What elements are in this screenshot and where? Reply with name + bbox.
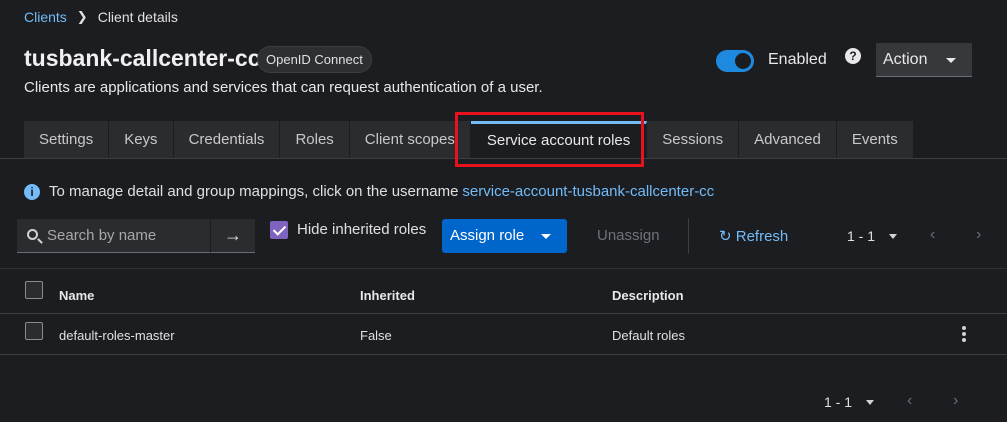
tab-settings[interactable]: Settings <box>24 121 110 158</box>
prev-page-button[interactable]: ‹ <box>930 226 935 244</box>
footer-prev-page-button[interactable]: ‹ <box>907 392 912 410</box>
search-icon <box>27 229 38 240</box>
column-header-inherited: Inherited <box>360 288 415 303</box>
info-icon: i <box>24 183 40 200</box>
search-submit-button[interactable]: → <box>210 219 255 253</box>
protocol-badge: OpenID Connect <box>257 46 372 73</box>
unassign-button[interactable]: Unassign <box>597 227 660 244</box>
tab-events[interactable]: Events <box>836 121 914 158</box>
role-description: Default roles <box>612 328 685 343</box>
footer-pagination-dropdown[interactable]: 1 - 1 <box>824 394 875 410</box>
search-input[interactable] <box>47 219 207 252</box>
breadcrumb-current: Client details <box>97 9 178 25</box>
action-label: Action <box>883 51 928 68</box>
tab-client-scopes[interactable]: Client scopes <box>349 121 471 158</box>
info-text: To manage detail and group mappings, cli… <box>49 183 459 200</box>
breadcrumb-clients-link[interactable]: Clients <box>24 9 67 25</box>
footer-pagination-range: 1 - 1 <box>824 394 853 410</box>
highlight-box <box>455 112 644 167</box>
table-top-divider <box>0 268 1007 269</box>
tab-sessions[interactable]: Sessions <box>647 121 740 158</box>
pagination-range: 1 - 1 <box>847 228 876 244</box>
next-page-button[interactable]: › <box>976 226 981 244</box>
row-select-checkbox[interactable] <box>25 322 43 340</box>
refresh-button[interactable]: ↻ Refresh <box>719 227 788 245</box>
service-account-user-link[interactable]: service-account-tusbank-callcenter-cc <box>462 183 714 200</box>
select-all-checkbox[interactable] <box>25 281 43 299</box>
caret-down-icon <box>541 234 551 239</box>
help-icon[interactable]: ? <box>845 48 861 64</box>
assign-role-label: Assign role <box>450 227 525 244</box>
assign-role-button[interactable]: Assign role <box>442 219 567 253</box>
tab-roles[interactable]: Roles <box>280 121 350 158</box>
hide-inherited-checkbox[interactable] <box>270 221 288 239</box>
arrow-right-icon: → <box>224 225 242 245</box>
page-subtitle: Clients are applications and services th… <box>24 79 543 96</box>
enabled-toggle[interactable] <box>716 50 754 72</box>
action-dropdown[interactable]: Action <box>876 43 972 77</box>
breadcrumb: Clients ❯ Client details <box>24 9 178 25</box>
caret-down-icon <box>889 233 898 239</box>
kebab-menu-icon[interactable] <box>962 326 966 344</box>
role-name: default-roles-master <box>59 328 175 343</box>
toolbar-divider <box>688 218 689 254</box>
search-box <box>17 219 210 253</box>
info-message: i To manage detail and group mappings, c… <box>24 183 714 200</box>
refresh-label: Refresh <box>735 228 789 245</box>
pagination-dropdown[interactable]: 1 - 1 <box>847 228 898 244</box>
hide-inherited-label: Hide inherited roles <box>297 221 427 238</box>
page-title: tusbank-callcenter-cc <box>24 45 261 71</box>
chevron-right-icon: ❯ <box>76 9 88 24</box>
tab-keys[interactable]: Keys <box>109 121 174 158</box>
caret-down-icon <box>946 58 956 63</box>
toggle-knob <box>735 53 751 69</box>
refresh-icon: ↻ <box>719 228 732 245</box>
role-inherited: False <box>360 328 392 343</box>
caret-down-icon <box>866 399 875 405</box>
table-header-divider <box>0 313 1007 314</box>
tab-advanced[interactable]: Advanced <box>739 121 837 158</box>
column-header-name[interactable]: Name <box>59 288 94 303</box>
enabled-label: Enabled <box>768 51 827 68</box>
column-header-description: Description <box>612 288 684 303</box>
table-row-divider <box>0 354 1007 355</box>
tab-credentials[interactable]: Credentials <box>173 121 281 158</box>
footer-next-page-button[interactable]: › <box>953 392 958 410</box>
